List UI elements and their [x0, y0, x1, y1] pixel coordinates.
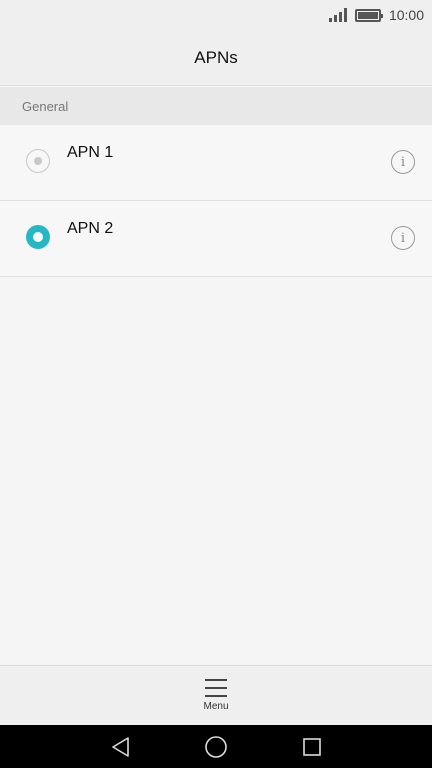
- apn-label: APN 2: [67, 220, 114, 237]
- battery-icon: [354, 8, 383, 22]
- signal-icon: [328, 8, 347, 22]
- info-icon[interactable]: i: [391, 226, 415, 250]
- back-icon: [112, 736, 129, 757]
- system-nav-bar: [0, 725, 432, 768]
- home-button[interactable]: [186, 725, 246, 768]
- bottom-action-bar: Menu: [0, 665, 432, 725]
- title-bar: APNs: [0, 30, 432, 86]
- menu-button[interactable]: Menu: [203, 679, 229, 712]
- page-title: APNs: [194, 47, 238, 67]
- apn-row-2[interactable]: APN 2 i: [0, 201, 432, 277]
- apn-list: APN 1 i APN 2 i: [0, 125, 432, 277]
- radio-selected-icon[interactable]: [26, 225, 50, 249]
- info-icon[interactable]: i: [391, 150, 415, 174]
- recents-button[interactable]: [282, 725, 342, 768]
- status-clock: 10:00: [388, 7, 424, 23]
- radio-unselected-icon[interactable]: [26, 149, 50, 173]
- menu-label: Menu: [203, 701, 229, 712]
- status-bar: 10:00: [0, 0, 432, 30]
- apn-label: APN 1: [67, 144, 114, 161]
- section-label: General: [22, 98, 69, 114]
- recents-icon: [303, 737, 321, 756]
- back-button[interactable]: [91, 725, 151, 768]
- home-icon: [205, 735, 227, 758]
- hamburger-menu-icon: [204, 679, 227, 697]
- apn-row-1[interactable]: APN 1 i: [0, 125, 432, 201]
- section-header-general: General: [0, 87, 432, 125]
